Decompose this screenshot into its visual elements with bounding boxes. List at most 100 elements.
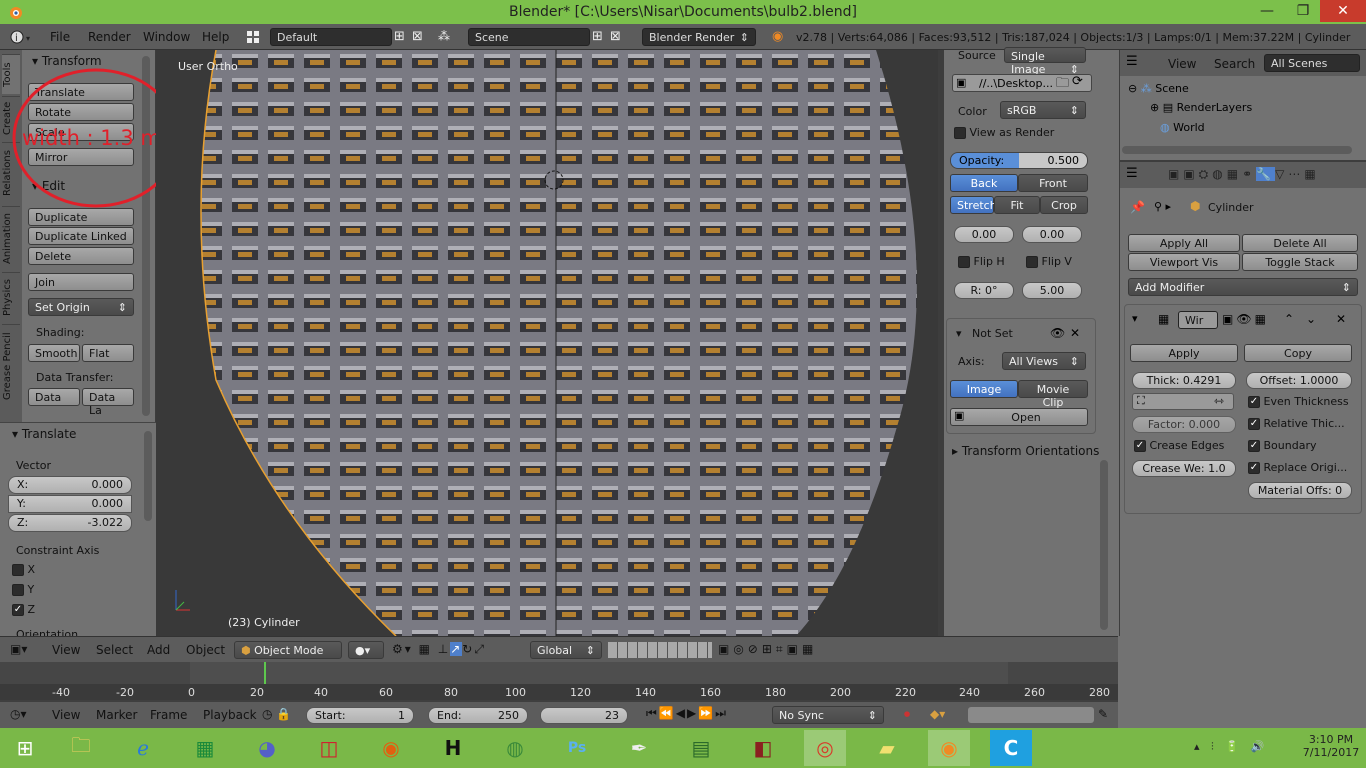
set-origin-select[interactable]: Set Origin ⇕ [28, 298, 134, 316]
back-button[interactable]: Back [950, 174, 1018, 192]
tab-animation[interactable]: Animation [2, 206, 20, 270]
source-select[interactable]: Single Image ⇕ [1004, 47, 1086, 76]
movie-clip-tab[interactable]: Movie Clip [1018, 380, 1088, 409]
properties-editor-icon[interactable]: ☰ [1126, 166, 1138, 181]
operator-scrollbar[interactable] [144, 431, 152, 521]
outliner-search-menu[interactable]: Search [1214, 57, 1255, 71]
open-image-button[interactable]: Open [950, 408, 1088, 426]
image-icon[interactable]: ▣ [956, 76, 966, 89]
minimize-button[interactable]: — [1250, 0, 1284, 22]
even-thickness-checkbox[interactable]: ✓ Even Thickness [1248, 395, 1349, 408]
boundary-checkbox[interactable]: ✓ Boundary [1248, 439, 1316, 452]
close-button[interactable]: ✕ [1320, 0, 1366, 22]
add-layout-icon[interactable]: ⊞ [394, 29, 405, 44]
internet-explorer-icon[interactable]: ℯ [122, 730, 164, 766]
view-as-render-checkbox[interactable]: View as Render [954, 126, 1054, 139]
flip-v-checkbox[interactable]: Flip V [1026, 255, 1072, 268]
pivot-and-manipulator-tools[interactable]: ⚙▾ ▦ ⊥↗↻⤢ [392, 642, 486, 657]
pin-icon[interactable]: 📌 [1130, 200, 1145, 214]
flat-button[interactable]: Flat [82, 344, 134, 362]
game-icon[interactable]: ◧ [742, 730, 784, 766]
properties-context-tabs[interactable]: ▣▣⛭◍▦⚭🔧▽⋯▦ [1168, 167, 1320, 182]
maximize-button[interactable]: ❐ [1286, 0, 1320, 22]
folder-icon[interactable]: 🗀 [1056, 74, 1069, 96]
translate-button[interactable]: Translate [28, 83, 134, 101]
close-icon[interactable]: ✕ [1070, 326, 1080, 340]
apply-modifier-button[interactable]: Apply [1130, 344, 1238, 362]
chart-app-icon[interactable]: ▤ [680, 730, 722, 766]
add-modifier-select[interactable]: Add Modifier ⇕ [1128, 278, 1358, 296]
inkscape-icon[interactable]: ✒ [618, 730, 660, 766]
add-scene-icon[interactable]: ⊞ [592, 29, 603, 44]
start-windows-icon[interactable]: ⊞ [4, 730, 46, 766]
menu-render[interactable]: Render [88, 30, 131, 44]
photoshop-icon[interactable]: Ps [556, 730, 598, 766]
select-menu[interactable]: Select [96, 643, 133, 657]
menu-window[interactable]: Window [143, 30, 190, 44]
data-layers-button[interactable]: Data La [82, 388, 134, 417]
viewport-shading-select[interactable]: ●▾ [348, 641, 384, 659]
size-field[interactable]: 5.00 [1022, 282, 1082, 299]
constraint-x-checkbox[interactable]: X [12, 563, 35, 576]
3d-view-editor-icon[interactable]: ▣▾ [10, 642, 27, 656]
shelf-scrollbar[interactable] [142, 56, 150, 416]
data-button[interactable]: Data [28, 388, 80, 406]
opacity-slider[interactable]: Opacity: 0.500 [950, 152, 1088, 169]
sticky-notes-icon[interactable]: ▰ [866, 730, 908, 766]
eye-icon[interactable]: 👁 [1050, 326, 1065, 340]
constraint-y-checkbox[interactable]: Y [12, 583, 34, 596]
outliner-row-renderlayers[interactable]: ⊕ ▤ RenderLayers [1150, 101, 1252, 114]
tab-create[interactable]: Create [2, 96, 20, 140]
preview-range-icon[interactable]: ◷ 🔒 [262, 707, 291, 721]
apply-all-button[interactable]: Apply All [1128, 234, 1240, 252]
globe-app-icon[interactable]: ◍ [494, 730, 536, 766]
smooth-button[interactable]: Smooth [28, 344, 80, 362]
snap-and-render-tools[interactable]: ▣◎⊘⊞⌗▣▦ [718, 642, 817, 657]
frame-menu[interactable]: Frame [150, 708, 187, 722]
file-explorer-icon[interactable]: 🗀 [60, 730, 102, 766]
keying-set-icon[interactable]: ✎ [1098, 707, 1108, 721]
outliner-editor-icon[interactable]: ☰ [1126, 54, 1138, 69]
discord-icon[interactable]: ◕ [246, 730, 288, 766]
image-browse-icon[interactable]: ▣ [954, 409, 964, 422]
fit-button[interactable]: Fit [994, 196, 1040, 214]
operator-panel-header[interactable]: ▾ Translate [12, 427, 76, 441]
vector-z-field[interactable]: Z: -3.022 [8, 514, 132, 532]
layout-field[interactable]: Default [270, 28, 392, 46]
duplicate-linked-button[interactable]: Duplicate Linked [28, 227, 134, 245]
scene-icon[interactable]: ⁂ [438, 29, 450, 43]
join-button[interactable]: Join [28, 273, 134, 291]
mirror-button[interactable]: Mirror [28, 148, 134, 166]
replace-original-checkbox[interactable]: ✓ Replace Origi... [1248, 461, 1347, 474]
rotate-button[interactable]: Rotate [28, 103, 134, 121]
3d-viewport[interactable]: User Ortho (23) Cylinder [156, 50, 938, 636]
timeline-area[interactable]: -40 -20 0 20 40 60 80 100 120 140 160 18… [0, 662, 1118, 702]
rotation-field[interactable]: R: 0° [954, 282, 1014, 299]
view-menu[interactable]: View [52, 643, 80, 657]
h-app-icon[interactable]: H [432, 730, 474, 766]
transform-orientations-header[interactable]: ▸ Transform Orientations [952, 444, 1099, 458]
copy-modifier-button[interactable]: Copy [1244, 344, 1352, 362]
info-editor-icon[interactable]: i ▾ [8, 28, 36, 46]
store-icon[interactable]: ▦ [184, 730, 226, 766]
remove-scene-icon[interactable]: ⊠ [610, 29, 621, 44]
translate-manipulator-icon[interactable]: ↗ [450, 642, 463, 656]
tab-relations[interactable]: Relations [2, 142, 20, 204]
tab-physics[interactable]: Physics [2, 272, 20, 322]
marker-menu[interactable]: Marker [96, 708, 137, 722]
tab-tools[interactable]: Tools [2, 54, 20, 94]
material-offset-field[interactable]: Material Offs: 0 [1248, 482, 1352, 499]
collapse-icon[interactable]: ▾ [1132, 312, 1138, 325]
playback-menu[interactable]: Playback [203, 708, 257, 722]
panel-scrollbar[interactable] [1100, 460, 1108, 630]
delete-all-button[interactable]: Delete All [1242, 234, 1358, 252]
end-frame-field[interactable]: End: 250 [428, 707, 528, 724]
relative-thickness-checkbox[interactable]: ✓ Relative Thic... [1248, 417, 1345, 430]
layout-grid-icon[interactable] [244, 28, 268, 46]
modifier-display-toggles[interactable]: ▣👁▦ [1222, 312, 1269, 326]
outliner-row-world[interactable]: ◍ World [1160, 121, 1205, 134]
reload-icon[interactable]: ⟳ [1072, 74, 1083, 89]
start-frame-field[interactable]: Start: 1 [306, 707, 414, 724]
firefox-icon[interactable]: ◉ [370, 730, 412, 766]
toggle-stack-button[interactable]: Toggle Stack [1242, 253, 1358, 271]
